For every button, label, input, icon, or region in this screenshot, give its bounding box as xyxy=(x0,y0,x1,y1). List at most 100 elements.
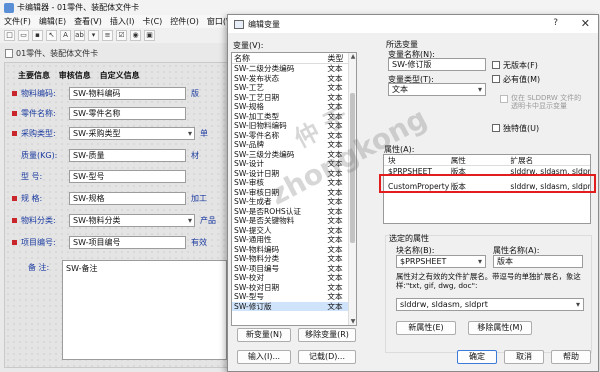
menu-insert[interactable]: 插入(I) xyxy=(110,16,135,27)
variable-name: SW-三级分类编码 xyxy=(234,149,295,159)
label-tool-icon[interactable]: A xyxy=(60,30,71,41)
block-name-select[interactable]: $PRPSHEET xyxy=(396,255,486,268)
checkbox-box xyxy=(492,61,500,69)
variable-row[interactable]: SW-工艺日期 文本 xyxy=(232,93,356,103)
card-field-input[interactable]: SW-质量 xyxy=(69,148,186,162)
var-type-select[interactable]: 文本 xyxy=(388,83,486,96)
variables-scrollbar[interactable]: ▲ ▼ xyxy=(348,53,356,325)
variable-row[interactable]: SW-设计日期 文本 xyxy=(232,169,356,179)
card-side-label: 加工 xyxy=(191,193,207,203)
attr-name-input[interactable]: 版本 xyxy=(493,255,583,268)
variables-list[interactable]: 名称 类型 SW-二级分类编码 文本 SW-发布状态 文本 SW-工艺 文本 SW-工艺日期… xyxy=(231,52,357,326)
card-field-input[interactable]: SW-采购类型 xyxy=(69,126,195,140)
required-marker-icon xyxy=(12,110,17,116)
variable-row[interactable]: SW-物料分类 文本 xyxy=(232,254,356,264)
variable-name: SW-是否关键物料 xyxy=(234,216,295,225)
variable-row[interactable]: SW-生成者 文本 xyxy=(232,197,356,207)
variable-row[interactable]: SW-发布状态 文本 xyxy=(232,74,356,84)
scroll-up-icon[interactable]: ▲ xyxy=(349,53,356,60)
card-field-input[interactable]: SW-物料编码 xyxy=(69,86,186,100)
variable-row[interactable]: SW-品牌 文本 xyxy=(232,140,356,150)
card-field-input[interactable]: SW-零件名称 xyxy=(69,106,186,120)
variable-row[interactable]: SW-设计 文本 xyxy=(232,159,356,169)
remove-variable-button[interactable]: 移除变量(R) xyxy=(298,328,356,342)
menu-view[interactable]: 查看(V) xyxy=(74,16,102,27)
variable-row[interactable]: SW-校对 文本 xyxy=(232,273,356,283)
variable-row[interactable]: SW-三级分类编码 文本 xyxy=(232,150,356,160)
import-button[interactable]: 输入(I)... xyxy=(237,350,291,364)
variable-name: SW-品牌 xyxy=(234,140,264,149)
card-field-row: 质量(KG): SW-质量材 xyxy=(12,148,199,162)
unique-value-checkbox[interactable]: 独特值(U) xyxy=(492,123,539,134)
variable-row[interactable]: SW-零件名称 文本 xyxy=(232,131,356,141)
open-folder-icon[interactable]: ▭ xyxy=(18,30,29,41)
variable-row[interactable]: SW-修订版 文本 xyxy=(232,301,356,311)
record-button[interactable]: 记载(D)... xyxy=(298,350,356,364)
menu-control[interactable]: 控件(O) xyxy=(170,16,199,27)
variable-row[interactable]: SW-是否ROHS认证 文本 xyxy=(232,207,356,217)
editor-title: 卡编辑器 - 01零件、装配体文件卡 xyxy=(17,3,140,12)
card-field-input[interactable]: SW-规格 xyxy=(69,191,186,205)
column-ext[interactable]: 扩展名 xyxy=(510,155,590,165)
variable-row[interactable]: SW-通用性 文本 xyxy=(232,235,356,245)
new-file-icon[interactable]: □ xyxy=(4,30,15,41)
variable-name: SW-项目编号 xyxy=(234,263,280,273)
variable-row[interactable]: SW-审核 文本 xyxy=(232,178,356,188)
card-tab[interactable]: 01零件、装配体文件卡 xyxy=(5,47,98,59)
variable-row[interactable]: SW-审核日期 文本 xyxy=(232,188,356,198)
image-tool-icon[interactable]: ▣ xyxy=(144,30,155,41)
variable-row[interactable]: SW-旧物料编码 文本 xyxy=(232,121,356,131)
card-field-input[interactable]: SW-物料分类 xyxy=(69,213,195,227)
menu-file[interactable]: 文件(F) xyxy=(4,16,31,27)
column-name[interactable]: 名称 xyxy=(234,53,327,63)
slddrw-only-checkbox[interactable]: 仅在 SLDDRW 文件的 透明卡中显示变量 xyxy=(500,94,581,110)
var-name-input[interactable]: SW-修订版 xyxy=(388,58,486,71)
new-attribute-button[interactable]: 新属性(E) xyxy=(396,321,456,335)
variable-row[interactable]: SW-提交人 文本 xyxy=(232,226,356,236)
variable-row[interactable]: SW-是否关键物料 文本 xyxy=(232,216,356,226)
variable-row[interactable]: SW-加工类型 文本 xyxy=(232,112,356,122)
note-field[interactable]: SW-备注 xyxy=(62,260,227,360)
heading-custom-info[interactable]: 自定义信息 xyxy=(100,71,140,80)
ok-button[interactable]: 确定 xyxy=(457,350,497,364)
card-field-input[interactable]: SW-项目编号 xyxy=(69,235,186,249)
cancel-button[interactable]: 取消 xyxy=(504,350,544,364)
combobox-tool-icon[interactable]: ▾ xyxy=(88,30,99,41)
variable-row[interactable]: SW-型号 文本 xyxy=(232,292,356,302)
heading-main-info[interactable]: 主要信息 xyxy=(18,71,50,80)
help-button[interactable]: 帮助 xyxy=(551,350,591,364)
column-block[interactable]: 块 xyxy=(384,155,451,165)
required-marker-icon xyxy=(12,217,17,223)
column-attr[interactable]: 属性 xyxy=(451,155,511,165)
variables-list-header: 名称 类型 xyxy=(232,53,356,64)
variable-row[interactable]: SW-规格 文本 xyxy=(232,102,356,112)
checkbox-tool-icon[interactable]: ☑ xyxy=(116,30,127,41)
variable-name: SW-审核 xyxy=(234,178,264,187)
heading-review-info[interactable]: 审核信息 xyxy=(59,71,91,80)
listbox-tool-icon[interactable]: ≡ xyxy=(102,30,113,41)
variable-row[interactable]: SW-校对日期 文本 xyxy=(232,283,356,293)
help-icon[interactable]: ? xyxy=(553,18,558,28)
card-field-input[interactable]: SW-型号 xyxy=(69,169,186,183)
extensions-select[interactable]: slddrw, sldasm, sldprt xyxy=(396,298,584,311)
variable-row[interactable]: SW-二级分类编码 文本 xyxy=(232,64,356,74)
pointer-tool-icon[interactable]: ↖ xyxy=(46,30,57,41)
variable-row[interactable]: SW-物料编码 文本 xyxy=(232,245,356,255)
dialog-icon xyxy=(234,19,244,29)
new-variable-button[interactable]: 新变量(N) xyxy=(237,328,291,342)
scroll-thumb[interactable] xyxy=(350,93,355,243)
editor-toolbar: □ ▭ ▪ ↖ A ab ▾ ≡ ☑ ◉ ▣ xyxy=(0,28,230,43)
no-version-checkbox[interactable]: 无版本(F) xyxy=(492,60,538,71)
scroll-down-icon[interactable]: ▼ xyxy=(349,318,356,325)
required-checkbox[interactable]: 必有值(M) xyxy=(492,74,540,85)
save-icon[interactable]: ▪ xyxy=(32,30,43,41)
menu-card[interactable]: 卡(C) xyxy=(142,16,162,27)
extension-description: 属性对之有效的文件扩展名。带逗号的单独扩展名，象这样:"txt, gif, dw… xyxy=(396,272,581,290)
textbox-tool-icon[interactable]: ab xyxy=(74,30,85,41)
menu-edit[interactable]: 编辑(E) xyxy=(39,16,66,27)
radio-tool-icon[interactable]: ◉ xyxy=(130,30,141,41)
variable-row[interactable]: SW-工艺 文本 xyxy=(232,83,356,93)
remove-attribute-button[interactable]: 移除属性(M) xyxy=(468,321,532,335)
close-icon[interactable]: ✕ xyxy=(581,17,590,30)
variable-row[interactable]: SW-项目编号 文本 xyxy=(232,264,356,274)
